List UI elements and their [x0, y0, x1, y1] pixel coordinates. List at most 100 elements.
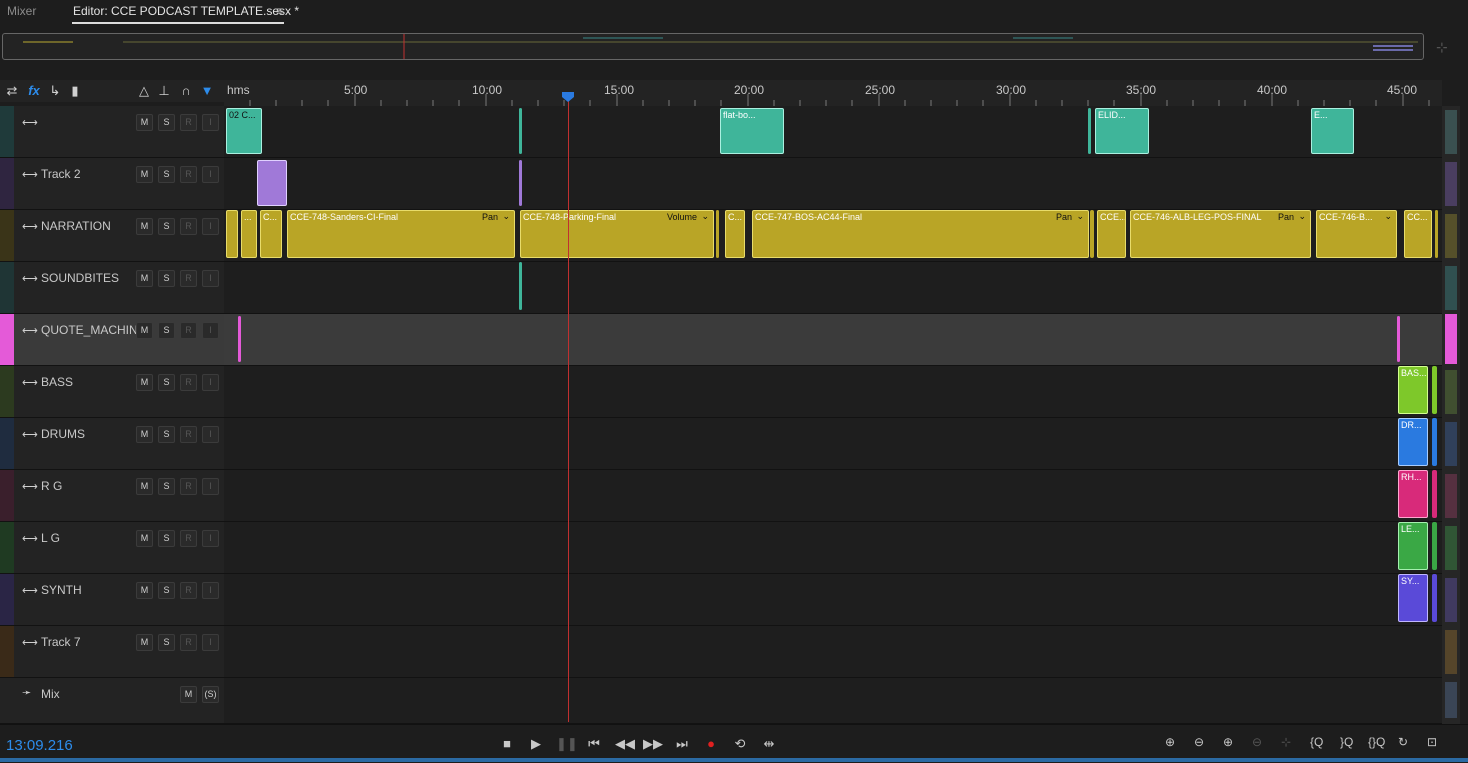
- track-lane[interactable]: LE...: [224, 522, 1442, 574]
- track-name[interactable]: SYNTH: [41, 583, 82, 597]
- track-lane[interactable]: [224, 158, 1442, 210]
- audio-clip[interactable]: DR...: [1398, 418, 1428, 466]
- solo-button[interactable]: S: [158, 478, 175, 495]
- switch-icon[interactable]: ⇄: [4, 83, 20, 99]
- audio-clip[interactable]: SY...: [1398, 574, 1428, 622]
- effects-icon[interactable]: fx: [26, 83, 42, 99]
- audio-clip[interactable]: E...: [1311, 108, 1354, 154]
- audio-clip[interactable]: [1432, 574, 1437, 622]
- track-header[interactable]: ⟷ DRUMS M S R I: [0, 418, 224, 470]
- skip-to-start-icon[interactable]: ⏮: [585, 735, 603, 753]
- mute-button[interactable]: M: [136, 322, 153, 339]
- audio-clip[interactable]: CCE-748-Parking-Final Volume ⌄: [520, 210, 714, 258]
- record-arm-button[interactable]: R: [180, 322, 197, 339]
- audio-clip[interactable]: ELID...: [1095, 108, 1149, 154]
- track-name[interactable]: Track 7: [41, 635, 81, 649]
- track-lane[interactable]: [224, 262, 1442, 314]
- record-icon[interactable]: ●: [702, 735, 720, 753]
- mute-button[interactable]: M: [136, 374, 153, 391]
- metronome-icon[interactable]: △: [136, 83, 152, 99]
- clip-effect-label[interactable]: Volume: [667, 212, 697, 222]
- mix-track-header[interactable]: ➛ Mix M (S): [0, 678, 224, 724]
- record-arm-button[interactable]: R: [180, 114, 197, 131]
- audio-clip[interactable]: LE...: [1398, 522, 1428, 570]
- audio-clip[interactable]: CC...: [1404, 210, 1432, 258]
- mute-button[interactable]: M: [180, 686, 197, 703]
- zoom-out-time-icon[interactable]: ⊖: [1252, 735, 1262, 749]
- zoom-in-point-icon[interactable]: {Q: [1310, 735, 1323, 749]
- audio-clip[interactable]: [1432, 522, 1437, 570]
- vertical-scrollbar[interactable]: [1442, 106, 1460, 724]
- solo-button[interactable]: S: [158, 270, 175, 287]
- track-lane[interactable]: 02 C... flat-bo... ELID... E...: [224, 106, 1442, 158]
- input-icon[interactable]: ⊥: [156, 83, 172, 99]
- audio-clip[interactable]: BAS...: [1398, 366, 1428, 414]
- track-header[interactable]: ⟷ NARRATION M S R I: [0, 210, 224, 262]
- tab-editor[interactable]: Editor: CCE PODCAST TEMPLATE.sesx *: [73, 4, 299, 18]
- track-expand-icon[interactable]: ⟷: [22, 116, 38, 129]
- chevron-down-icon[interactable]: ⌄: [1384, 211, 1392, 222]
- play-icon[interactable]: ▶: [527, 735, 545, 753]
- mute-button[interactable]: M: [136, 218, 153, 235]
- audio-clip[interactable]: [519, 262, 522, 310]
- solo-button[interactable]: S: [158, 374, 175, 391]
- monitor-input-button[interactable]: I: [202, 166, 219, 183]
- zoom-selection-icon[interactable]: ⊹: [1281, 735, 1291, 749]
- record-arm-button[interactable]: R: [180, 218, 197, 235]
- audio-clip[interactable]: [1432, 470, 1437, 518]
- zoom-in-amplitude-icon[interactable]: ⊕: [1165, 735, 1175, 749]
- mute-button[interactable]: M: [136, 270, 153, 287]
- audio-clip[interactable]: [238, 316, 241, 362]
- zoom-in-out-point-icon[interactable]: {}Q: [1368, 735, 1385, 749]
- monitor-input-button[interactable]: I: [202, 478, 219, 495]
- solo-button[interactable]: S: [158, 426, 175, 443]
- audio-clip[interactable]: [1088, 108, 1091, 154]
- record-arm-button[interactable]: R: [180, 478, 197, 495]
- eq-icon[interactable]: ▮: [67, 83, 83, 99]
- track-header[interactable]: ⟷ SYNTH M S R I: [0, 574, 224, 626]
- track-expand-icon[interactable]: ⟷: [22, 532, 38, 545]
- track-expand-icon[interactable]: ⟷: [22, 636, 38, 649]
- mute-button[interactable]: M: [136, 634, 153, 651]
- track-expand-icon[interactable]: ⟷: [22, 480, 38, 493]
- record-arm-button[interactable]: R: [180, 374, 197, 391]
- solo-button[interactable]: S: [158, 582, 175, 599]
- record-arm-button[interactable]: R: [180, 426, 197, 443]
- track-expand-icon[interactable]: ⟷: [22, 324, 38, 337]
- clip-effect-label[interactable]: Pan: [482, 212, 498, 222]
- mute-button[interactable]: M: [136, 114, 153, 131]
- track-expand-icon[interactable]: ⟷: [22, 272, 38, 285]
- track-lane[interactable]: SY...: [224, 574, 1442, 626]
- solo-button[interactable]: S: [158, 114, 175, 131]
- fast-forward-icon[interactable]: ▶▶: [643, 735, 663, 753]
- audio-clip[interactable]: [1432, 418, 1437, 466]
- solo-button[interactable]: S: [158, 530, 175, 547]
- audio-clip[interactable]: [1432, 366, 1437, 414]
- loop-icon[interactable]: ⟲: [731, 735, 749, 753]
- audio-clip[interactable]: CCE...: [1097, 210, 1126, 258]
- track-name[interactable]: Track 2: [41, 167, 81, 181]
- track-header[interactable]: ⟷ L G M S R I: [0, 522, 224, 574]
- track-expand-icon[interactable]: ⟷: [22, 584, 38, 597]
- tab-mixer[interactable]: Mixer: [7, 4, 36, 18]
- audio-clip[interactable]: CCE-748-Sanders-CI-Final Pan ⌄: [287, 210, 515, 258]
- track-header[interactable]: ⟷ Track 7 M S R I: [0, 626, 224, 678]
- audio-clip[interactable]: [1435, 210, 1438, 258]
- sends-icon[interactable]: ↳: [47, 83, 63, 99]
- track-header[interactable]: ⟷ QUOTE_MACHIN M S R I: [0, 314, 224, 366]
- audio-clip[interactable]: [1090, 210, 1094, 258]
- record-arm-button[interactable]: R: [180, 634, 197, 651]
- zoom-out-amplitude-icon[interactable]: ⊖: [1194, 735, 1204, 749]
- track-lane[interactable]: [224, 626, 1442, 678]
- chevron-down-icon[interactable]: ⌄: [1298, 211, 1306, 222]
- audio-clip[interactable]: [519, 108, 522, 154]
- tab-menu-icon[interactable]: ≡: [276, 4, 283, 18]
- audio-clip[interactable]: [226, 210, 238, 258]
- track-lane[interactable]: DR...: [224, 418, 1442, 470]
- pause-icon[interactable]: ❚❚: [556, 735, 578, 753]
- mute-button[interactable]: M: [136, 166, 153, 183]
- zoom-reset-icon[interactable]: ↻: [1398, 735, 1408, 749]
- mute-button[interactable]: M: [136, 530, 153, 547]
- monitor-input-button[interactable]: I: [202, 426, 219, 443]
- monitor-input-button[interactable]: I: [202, 634, 219, 651]
